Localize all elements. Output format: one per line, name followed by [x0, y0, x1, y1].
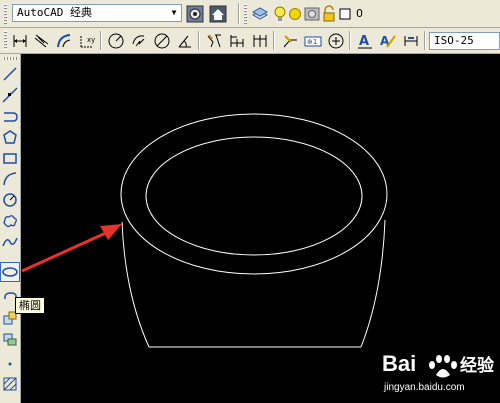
separator	[238, 3, 240, 24]
dimstyle-combo-value: ISO-25	[434, 34, 474, 47]
dimstyle-combo[interactable]: ISO-25	[429, 32, 500, 50]
dimension-toolbar: xy ⊕1 A A	[0, 28, 500, 54]
polyline-tool[interactable]	[0, 106, 20, 126]
revision-cloud-tool[interactable]	[0, 211, 20, 231]
workspace-settings-icon[interactable]	[185, 4, 205, 24]
left-side-line[interactable]	[121, 221, 150, 348]
draw-toolbar	[0, 54, 21, 403]
toolbar-grip[interactable]	[4, 4, 7, 24]
arc-tool[interactable]	[0, 169, 20, 189]
hatch-tool[interactable]	[0, 374, 20, 394]
dim-edit-icon[interactable]: A	[355, 31, 375, 51]
jogged-dim-icon[interactable]	[129, 31, 149, 51]
construction-line-tool[interactable]	[0, 85, 20, 105]
svg-text:经验: 经验	[460, 355, 495, 376]
continue-dim-icon[interactable]	[250, 31, 270, 51]
line-tool[interactable]	[0, 64, 20, 84]
layer-name[interactable]: 0	[356, 7, 363, 20]
svg-text:⊕1: ⊕1	[307, 38, 317, 46]
make-block-tool[interactable]	[0, 329, 20, 349]
sun-icon[interactable]	[288, 4, 302, 24]
baseline-dim-icon[interactable]	[227, 31, 247, 51]
dim-text-edit-icon[interactable]: A	[378, 31, 398, 51]
angular-dim-icon[interactable]	[175, 31, 195, 51]
quick-leader-icon[interactable]	[280, 31, 300, 51]
diameter-dim-icon[interactable]	[152, 31, 172, 51]
separator	[424, 31, 426, 50]
polygon-tool[interactable]	[0, 127, 20, 147]
ellipse-tool[interactable]	[0, 262, 20, 282]
freeze-viewport-icon[interactable]	[304, 4, 320, 24]
linear-dim-icon[interactable]	[10, 31, 30, 51]
workspaces-layers-toolbar: AutoCAD 经典 ▼ 0	[0, 0, 500, 28]
toolbar-grip[interactable]	[244, 4, 247, 24]
arc-length-icon[interactable]	[54, 31, 74, 51]
layer-manager-icon[interactable]	[250, 4, 270, 24]
watermark-url: jingyan.baidu.com	[384, 382, 465, 393]
separator	[100, 31, 102, 50]
quick-dim-icon[interactable]	[204, 31, 224, 51]
toolbar-grip[interactable]	[4, 31, 7, 50]
chevron-down-icon[interactable]: ▼	[167, 5, 181, 21]
center-mark-icon[interactable]	[326, 31, 346, 51]
svg-text:A: A	[359, 34, 369, 49]
outer-ellipse[interactable]	[120, 113, 388, 275]
inner-ellipse[interactable]	[145, 136, 363, 256]
ordinate-dim-icon[interactable]: xy	[77, 31, 97, 51]
point-tool[interactable]	[0, 353, 20, 373]
separator	[273, 31, 275, 50]
baidu-paw-logo: Bai 经验	[382, 351, 495, 378]
aligned-dim-icon[interactable]	[31, 31, 51, 51]
workspace-combo-value: AutoCAD 经典	[17, 6, 92, 19]
separator	[349, 31, 351, 50]
toolbar-grip[interactable]	[3, 57, 18, 60]
spline-tool[interactable]	[0, 232, 20, 252]
light-bulb-icon[interactable]	[273, 4, 287, 24]
svg-text:xy: xy	[87, 36, 95, 44]
color-swatch-icon[interactable]	[338, 4, 352, 24]
workspace-combo[interactable]: AutoCAD 经典 ▼	[12, 4, 182, 22]
tolerance-icon[interactable]: ⊕1	[303, 31, 323, 51]
rectangle-tool[interactable]	[0, 148, 20, 168]
tool-tooltip: 椭圆	[15, 297, 45, 314]
circle-tool[interactable]	[0, 190, 20, 210]
workspace-home-icon[interactable]	[208, 4, 228, 24]
lock-icon[interactable]	[322, 4, 336, 24]
baidu-jingyan-watermark: Bai 经验 jingyan.baidu.com	[380, 345, 498, 401]
separator	[198, 31, 200, 50]
radius-dim-icon[interactable]	[106, 31, 126, 51]
dim-update-icon[interactable]	[401, 31, 421, 51]
svg-text:Bai: Bai	[382, 351, 416, 376]
tooltip-text: 椭圆	[19, 299, 41, 312]
